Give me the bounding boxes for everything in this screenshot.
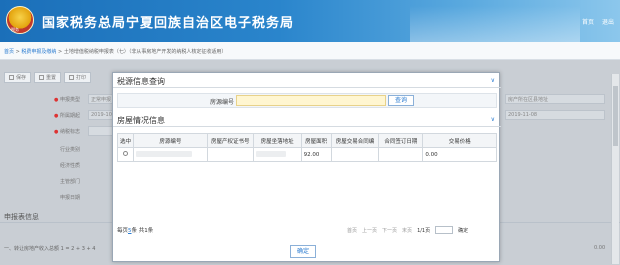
address-field[interactable]: 房产所在区县地址	[505, 94, 605, 104]
period-start-value: 2019-10-...	[88, 110, 118, 120]
house-id-label: 房源编号	[210, 99, 235, 106]
page-info: 1/1页	[417, 227, 431, 234]
scrollbar-thumb[interactable]	[613, 86, 618, 146]
confirm-button[interactable]: 确定	[290, 245, 316, 258]
emblem-text: 税务	[11, 27, 19, 32]
revenue-total-value: 0.00	[594, 245, 606, 251]
col-area: 房屋面积	[300, 133, 332, 148]
save-button[interactable]: 保存	[4, 72, 32, 83]
print-icon	[69, 75, 75, 80]
tax-flag-value	[88, 126, 114, 136]
row-select-cell[interactable]	[117, 147, 134, 162]
save-icon	[9, 75, 14, 80]
economic-nature-label: 经济性质	[60, 163, 81, 169]
department-label: 主管部门	[60, 179, 81, 185]
query-row: 房源编号 查询	[117, 93, 497, 108]
revenue-total-label: 一、转让房地产收入总额 1 = 2 + 3 + 4	[4, 246, 96, 252]
period-start-label: ● 所属期起	[54, 113, 80, 119]
form-toolbar: 保存 重置 打印	[4, 72, 92, 84]
next-page-link[interactable]: 下一页	[382, 227, 397, 234]
pagination: 首页 上一页 下一页 末页 1/1页 确定	[347, 225, 468, 235]
col-select: 选中	[117, 133, 134, 148]
chevron-down-icon[interactable]: ∨	[491, 116, 495, 123]
house-query-dialog: 税源信息查询 ∨ 房源编号 查询 房屋情况信息 ∨ 选中 房源编号 房屋产权证书…	[112, 72, 501, 262]
house-table: 选中 房源编号 房屋产权证书号 房屋坐落地址 房屋面积 房屋交易合同编 合同签订…	[117, 133, 497, 162]
filing-type-label: ● 申报类型	[54, 97, 80, 103]
house-info-header[interactable]: 房屋情况信息 ∨	[113, 112, 501, 127]
col-certificate: 房屋产权证书号	[206, 133, 254, 148]
row-area: 92.00	[300, 147, 332, 162]
masked-value	[135, 150, 192, 157]
breadcrumb-sep: >	[58, 49, 63, 55]
header-skyline	[410, 6, 580, 42]
row-contract-date	[378, 147, 424, 162]
period-end-field[interactable]: 2019-11-08	[505, 110, 605, 120]
row-contract-no	[330, 147, 380, 162]
system-title: 国家税务总局宁夏回族自治区电子税务局	[42, 16, 295, 31]
breadcrumb-tax-filing[interactable]: 税费申报及缴纳	[21, 49, 56, 55]
page-jump-button[interactable]: 确定	[458, 227, 468, 234]
table-row[interactable]: 92.00 0.00	[117, 147, 497, 162]
house-id-input[interactable]	[236, 95, 386, 106]
tax-source-query-header[interactable]: 税源信息查询 ∨	[113, 73, 501, 88]
page-scrollbar[interactable]	[611, 74, 619, 264]
col-contract-date: 合同签订日期	[378, 133, 424, 148]
last-page-link[interactable]: 末页	[402, 227, 412, 234]
row-radio[interactable]	[123, 151, 128, 156]
first-page-link[interactable]: 首页	[347, 227, 357, 234]
page-size-info: 每页5条 共1条	[117, 226, 153, 234]
breadcrumb-home[interactable]: 首页	[4, 49, 14, 55]
reset-label: 重置	[46, 74, 57, 81]
filing-date-label: 申报日期	[60, 195, 81, 201]
row-house-id	[132, 147, 208, 162]
table-header-row: 选中 房源编号 房屋产权证书号 房屋坐落地址 房屋面积 房屋交易合同编 合同签订…	[117, 133, 497, 148]
page-size-suffix: 条 共1条	[131, 228, 154, 234]
reset-icon	[39, 75, 45, 80]
row-certificate	[206, 147, 254, 162]
query-button[interactable]: 查询	[388, 95, 414, 106]
page-size-prefix: 每页	[117, 228, 129, 234]
row-price: 0.00	[422, 147, 497, 162]
filing-info-section-title: 申报表信息	[4, 213, 39, 221]
app-header: 税务 国家税务总局宁夏回族自治区电子税务局 首页 退出	[0, 0, 620, 42]
print-label: 打印	[76, 74, 87, 81]
col-price: 交易价格	[422, 133, 497, 148]
breadcrumb: 首页 > 税费申报及缴纳 > 土地增值税纳税申报表（七）（非从事房地产开发的纳税…	[0, 42, 620, 60]
col-address: 房屋坐落地址	[252, 133, 302, 148]
house-info-title: 房屋情况信息	[117, 116, 165, 125]
logout-link[interactable]: 退出	[602, 19, 614, 26]
industry-label: 行业类别	[60, 147, 81, 153]
prev-page-link[interactable]: 上一页	[362, 227, 377, 234]
home-link[interactable]: 首页	[582, 19, 594, 26]
save-label: 保存	[16, 74, 27, 81]
page-jump-input[interactable]	[435, 226, 454, 234]
col-house-id: 房源编号	[132, 133, 208, 148]
tax-source-query-title: 税源信息查询	[117, 77, 165, 86]
breadcrumb-current: 土地增值税纳税申报表（七）（非从事房地产开发的纳税人核定征收适用）	[63, 49, 227, 55]
filing-type-value: 正常申报	[88, 94, 114, 104]
row-address	[252, 147, 302, 162]
tax-flag-label: ● 纳税标志	[54, 129, 80, 135]
breadcrumb-sep: >	[15, 49, 20, 55]
col-contract-no: 房屋交易合同编	[330, 133, 380, 148]
reset-button[interactable]: 重置	[34, 72, 62, 83]
masked-value	[255, 150, 286, 157]
print-button[interactable]: 打印	[64, 72, 92, 83]
chevron-down-icon[interactable]: ∨	[491, 77, 495, 84]
header-links: 首页 退出	[576, 17, 614, 26]
